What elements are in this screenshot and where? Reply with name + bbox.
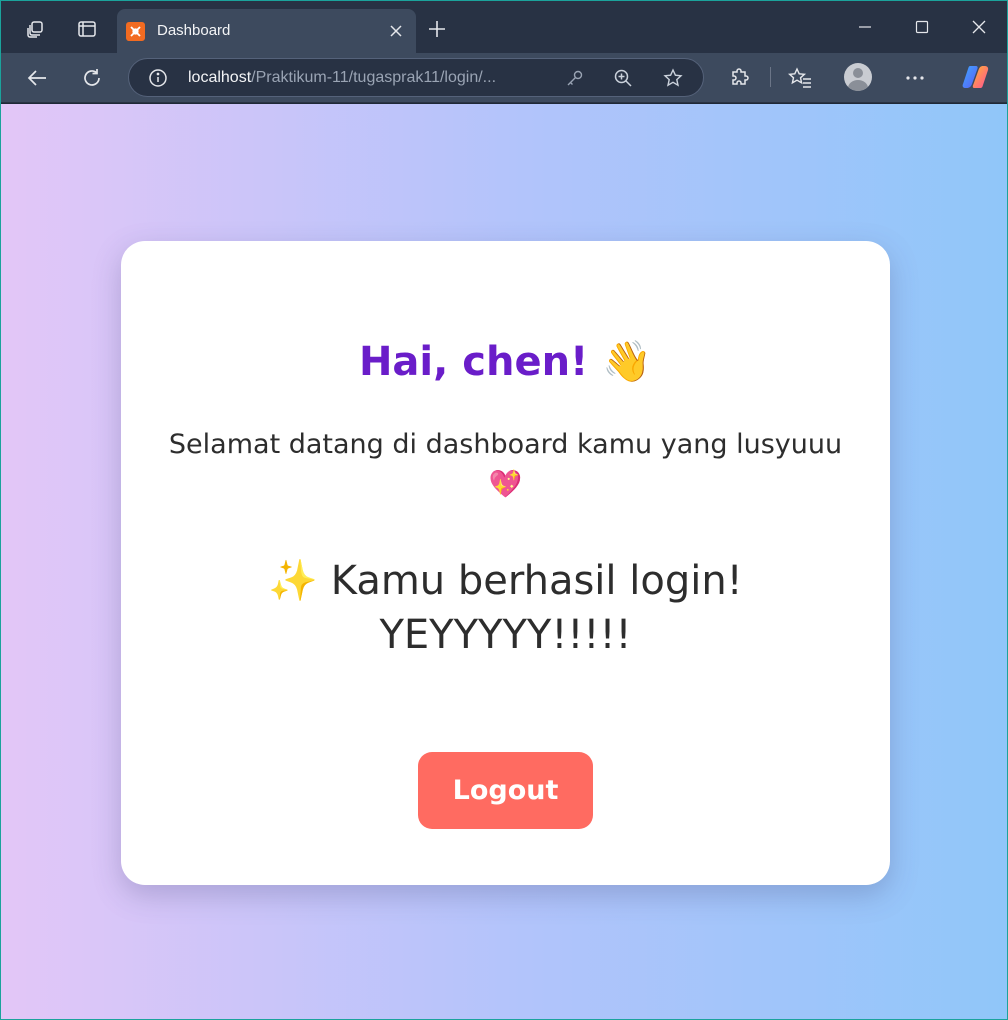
refresh-icon[interactable] bbox=[74, 61, 110, 95]
active-tab[interactable]: Dashboard bbox=[117, 9, 416, 53]
address-host: localhost bbox=[188, 69, 252, 86]
waving-hand-icon: 👋 bbox=[602, 339, 653, 385]
info-icon[interactable] bbox=[147, 67, 169, 89]
address-url[interactable]: localhost/Praktikum-11/tugasprak11/login… bbox=[188, 69, 496, 87]
new-tab-button[interactable] bbox=[421, 13, 453, 45]
page-viewport: Hai, chen! 👋 Selamat datang di dashboard… bbox=[1, 104, 1007, 1019]
close-tab-icon[interactable] bbox=[384, 19, 408, 43]
greeting-text: Hai, chen! bbox=[358, 339, 589, 385]
workspaces-icon[interactable] bbox=[17, 11, 53, 47]
minimize-icon[interactable] bbox=[845, 9, 885, 45]
key-icon[interactable] bbox=[563, 66, 587, 90]
more-icon[interactable] bbox=[897, 61, 933, 95]
zoom-in-icon[interactable] bbox=[611, 66, 635, 90]
back-arrow-icon[interactable] bbox=[19, 61, 55, 95]
favorites-icon[interactable] bbox=[782, 61, 818, 95]
tab-bar: Dashboard bbox=[1, 1, 1007, 53]
dashboard-card: Hai, chen! 👋 Selamat datang di dashboard… bbox=[121, 241, 890, 885]
address-path: /Praktikum-11/tugasprak11/login/... bbox=[251, 69, 497, 86]
greeting-heading: Hai, chen! 👋 bbox=[121, 338, 890, 385]
star-icon[interactable] bbox=[661, 66, 685, 90]
puzzle-icon[interactable] bbox=[722, 61, 758, 95]
tab-title: Dashboard bbox=[157, 22, 231, 39]
address-bar[interactable]: localhost/Praktikum-11/tugasprak11/login… bbox=[128, 58, 704, 97]
logout-button[interactable]: Logout bbox=[418, 752, 593, 829]
welcome-subtitle: Selamat datang di dashboard kamu yang lu… bbox=[168, 429, 843, 500]
maximize-icon[interactable] bbox=[902, 9, 942, 45]
profile-icon[interactable] bbox=[844, 63, 872, 91]
toolbar: localhost/Praktikum-11/tugasprak11/login… bbox=[1, 53, 1007, 103]
copilot-icon[interactable] bbox=[961, 63, 989, 91]
login-success-message: ✨ Kamu berhasil login! YEYYYYY!!!!! bbox=[268, 558, 743, 658]
browser-window: Dashboard localhost/Praktikum-11/tugaspr… bbox=[0, 0, 1008, 1020]
toolbar-separator bbox=[770, 67, 771, 87]
tab-actions-icon[interactable] bbox=[69, 11, 105, 47]
xampp-favicon-icon bbox=[126, 22, 145, 41]
close-window-icon[interactable] bbox=[959, 9, 999, 45]
